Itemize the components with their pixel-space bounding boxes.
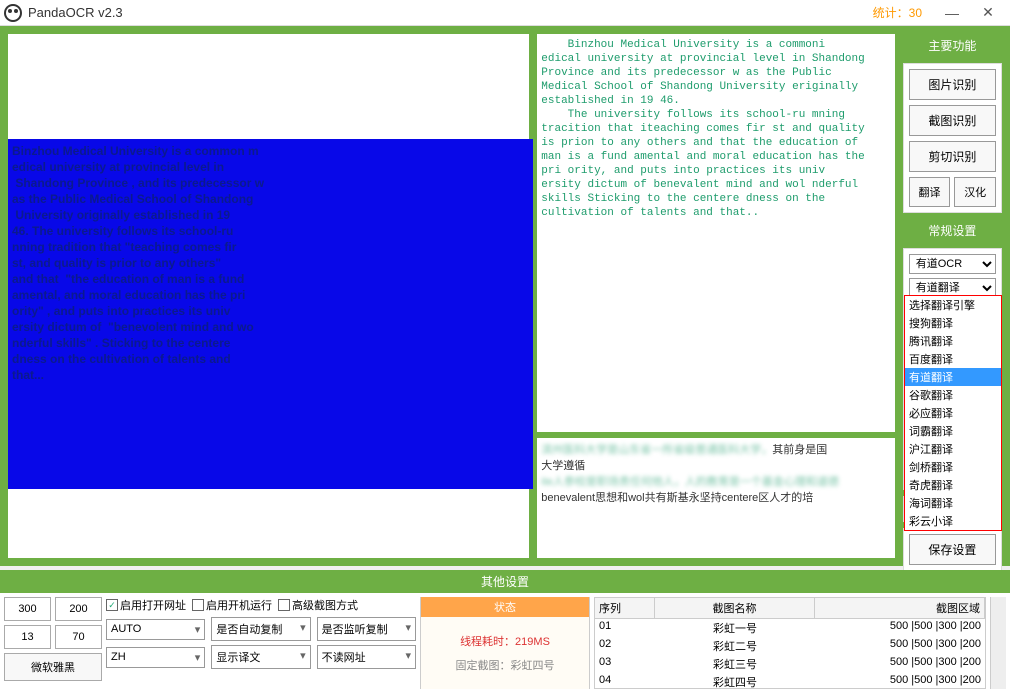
localize-button[interactable]: 汉化 [954,177,996,207]
translation-result-text[interactable]: 滨州医科大学是山东省一所省级普通医科大学，其前身是国 大学遵循 ite人参校是职… [537,438,894,558]
close-button[interactable]: ✕ [970,1,1006,25]
num1-field[interactable]: 300 [4,597,51,621]
adv-shot-checkbox[interactable]: 高级截图方式 [278,597,358,613]
status-thread-time: 线程耗时：219MS [460,633,550,649]
main-func-header: 主要功能 [903,34,1002,57]
minimize-button[interactable]: — [934,1,970,25]
settings-header: 常规设置 [903,219,1002,242]
listen-copy-select[interactable]: 是否监听复制▾ [317,617,416,641]
dropdown-option[interactable]: 沪江翻译 [905,440,1001,458]
table-row[interactable]: 03彩虹三号500 |500 |300 |200 [595,655,985,673]
th-index: 序列 [595,598,655,618]
screenshot-ocr-button[interactable]: 截图识别 [909,105,996,136]
dropdown-option[interactable]: 词霸翻译 [905,422,1001,440]
other-settings-header: 其他设置 [0,570,1010,593]
dropdown-option[interactable]: 剑桥翻译 [905,458,1001,476]
status-fixed-shot: 固定截图：彩虹四号 [456,657,555,673]
font-button[interactable]: 微软雅黑 [4,653,102,681]
dropdown-option[interactable]: 海词翻译 [905,494,1001,512]
app-title: PandaOCR v2.3 [28,5,123,20]
clipboard-ocr-button[interactable]: 剪切识别 [909,141,996,172]
translate-engine-dropdown[interactable]: 选择翻译引擎搜狗翻译腾讯翻译百度翻译有道翻译谷歌翻译必应翻译词霸翻译沪江翻译剑桥… [904,295,1002,531]
table-row[interactable]: 02彩虹二号500 |500 |300 |200 [595,637,985,655]
dropdown-option[interactable]: 奇虎翻译 [905,476,1001,494]
screenshot-table[interactable]: 序列 截图名称 截图区域 01彩虹一号500 |500 |300 |20002彩… [594,597,986,689]
app-logo [4,4,22,22]
auto-select[interactable]: AUTO▾ [106,619,205,640]
th-area: 截图区域 [815,598,985,618]
dropdown-option[interactable]: 搜狗翻译 [905,314,1001,332]
image-preview: Binzhou Medical University is a common m… [8,34,529,558]
dropdown-option[interactable]: 必应翻译 [905,404,1001,422]
dropdown-option[interactable]: 百度翻译 [905,350,1001,368]
status-header: 状态 [421,597,589,617]
read-url-select[interactable]: 不读网址▾ [317,645,416,669]
dropdown-option[interactable]: 有道翻译 [905,368,1001,386]
dropdown-option[interactable]: 选择翻译引擎 [905,296,1001,314]
num2-field[interactable]: 200 [55,597,102,621]
autorun-checkbox[interactable]: 启用开机运行 [192,597,272,613]
lang-select[interactable]: ZH▾ [106,647,205,668]
image-ocr-button[interactable]: 图片识别 [909,69,996,100]
source-text-overlay: Binzhou Medical University is a common m… [8,139,533,489]
dropdown-option[interactable]: 彩云小译 [905,512,1001,530]
num3-field[interactable]: 13 [4,625,51,649]
num4-field[interactable]: 70 [55,625,102,649]
ocr-engine-select[interactable]: 有道OCR [909,254,996,274]
ocr-result-text[interactable]: Binzhou Medical University is a commoni … [537,34,894,432]
autocopy-select[interactable]: 是否自动复制▾ [211,617,310,641]
show-trans-select[interactable]: 显示译文▾ [211,645,310,669]
status-panel: 状态 线程耗时：219MS 固定截图：彩虹四号 [420,597,590,689]
table-row[interactable]: 04彩虹四号500 |500 |300 |200 [595,673,985,689]
th-name: 截图名称 [655,598,815,618]
translate-button[interactable]: 翻译 [909,177,951,207]
dropdown-option[interactable]: 腾讯翻译 [905,332,1001,350]
table-row[interactable]: 01彩虹一号500 |500 |300 |200 [595,619,985,637]
titlebar: PandaOCR v2.3 统计：30 — ✕ [0,0,1010,26]
table-scrollbar[interactable] [990,597,1006,689]
stats-label: 统计：30 [873,4,922,21]
save-settings-button[interactable]: 保存设置 [909,534,996,565]
dropdown-option[interactable]: 谷歌翻译 [905,386,1001,404]
open-url-checkbox[interactable]: ✓启用打开网址 [106,597,186,613]
